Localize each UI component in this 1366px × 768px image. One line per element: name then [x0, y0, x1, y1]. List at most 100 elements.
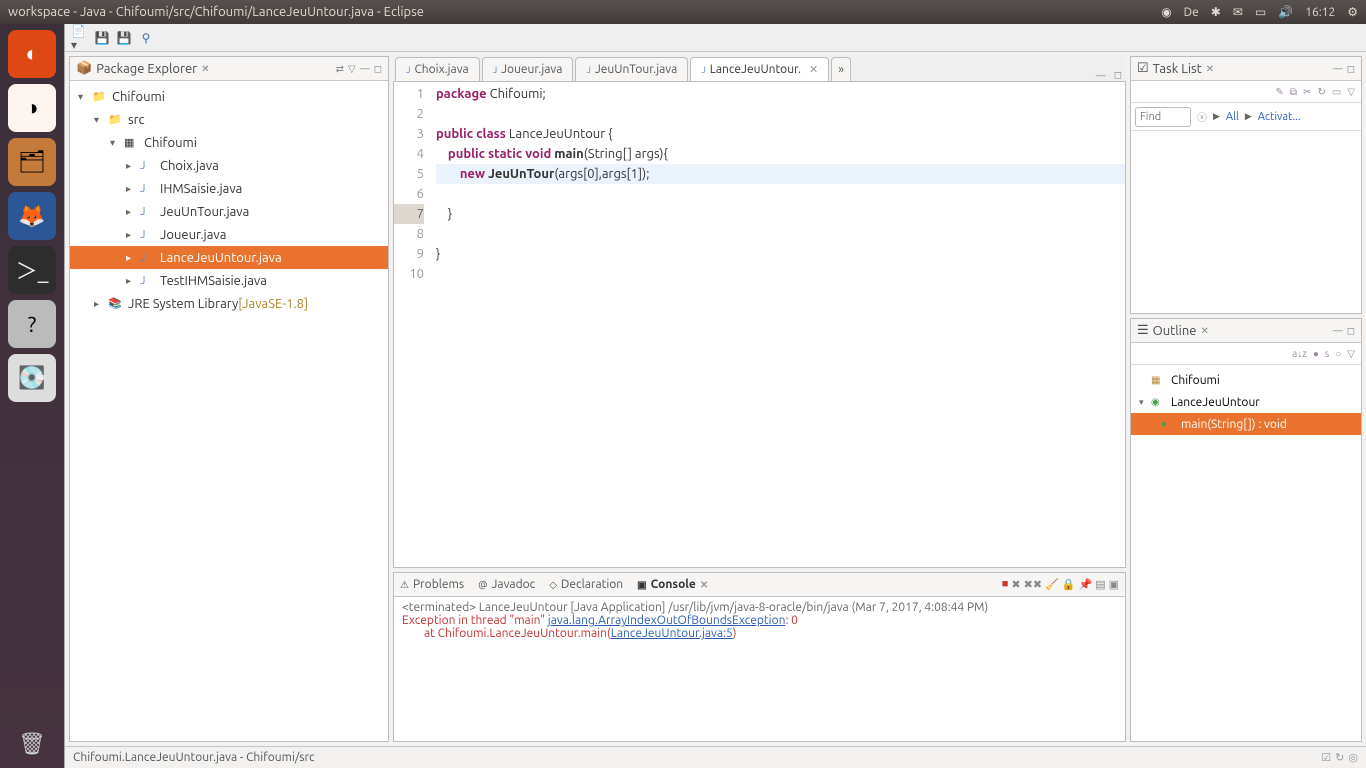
editor-tab[interactable]: JJeuUnTour.java — [575, 57, 688, 81]
minimize-editor-icon[interactable]: — — [1092, 70, 1110, 81]
editor-tab[interactable]: JLanceJeuUntour.✕ — [690, 57, 829, 81]
code-area[interactable]: package Chifoumi; public class LanceJeuU… — [430, 82, 1125, 567]
tree-item[interactable]: ▸JTestIHMSaisie.java — [70, 269, 388, 292]
all-filter-link[interactable]: All — [1226, 111, 1239, 123]
save-icon[interactable]: 💾 — [93, 29, 111, 47]
bottom-tab-console[interactable]: ▣ Console ✕ — [637, 578, 708, 591]
outline-class[interactable]: ▾◉ LanceJeuUntour — [1131, 391, 1361, 413]
outline-icon: ☰ — [1137, 323, 1149, 338]
display-console-icon[interactable]: ▤ — [1095, 578, 1105, 591]
task-list-view: ☑ Task List ✕ — ◻ ✎ ⧉ ✂ ↻ ▭ ▽ — [1130, 56, 1362, 314]
hide-nonpublic-icon[interactable]: ○ — [1335, 348, 1341, 360]
task-list-body — [1131, 131, 1361, 313]
clear-console-icon[interactable]: 🧹 — [1045, 578, 1059, 591]
window-title: workspace - Java - Chifoumi/src/Chifoumi… — [8, 5, 424, 19]
tree-item[interactable]: ▸JChoix.java — [70, 154, 388, 177]
sb-tasks-icon[interactable]: ☑ — [1321, 751, 1331, 764]
maximize-tasklist-icon[interactable]: ◻ — [1347, 63, 1355, 75]
tree-item[interactable]: ▾📁src — [70, 108, 388, 131]
minimize-view-icon[interactable]: — — [360, 63, 370, 74]
clock[interactable]: 16:12 — [1305, 6, 1335, 19]
outline-method[interactable]: ● main(String[]) : void — [1131, 413, 1361, 435]
maximize-view-icon[interactable]: ◻ — [374, 63, 382, 75]
search-icon[interactable]: ⚲ — [137, 29, 155, 47]
outline-toolbar: a↓z ● s ○ ▽ — [1131, 343, 1361, 365]
editor-tab[interactable]: JChoix.java — [395, 57, 480, 81]
sb-focus-icon[interactable]: ◎ — [1348, 751, 1358, 764]
new-icon[interactable]: 📄▾ — [71, 29, 89, 47]
save-all-icon[interactable]: 💾 — [115, 29, 133, 47]
dash-icon[interactable]: ◐ — [8, 30, 56, 78]
activate-link[interactable]: Activat... — [1258, 111, 1301, 123]
minimize-tasklist-icon[interactable]: — — [1333, 63, 1343, 74]
tree-item[interactable]: ▸JIHMSaisie.java — [70, 177, 388, 200]
files-icon[interactable]: 🗂 — [8, 138, 56, 186]
terminate-icon[interactable]: ■ — [1002, 578, 1009, 591]
categorize-icon[interactable]: ⧉ — [1290, 86, 1297, 98]
firefox-icon[interactable]: 🦊 — [8, 192, 56, 240]
outline-title: Outline — [1153, 324, 1197, 338]
tree-item[interactable]: ▾📁Chifoumi — [70, 85, 388, 108]
bottom-tab-declaration[interactable]: ◇ Declaration — [549, 578, 623, 591]
maximize-outline-icon[interactable]: ◻ — [1347, 325, 1355, 337]
outline-package[interactable]: ▦ Chifoumi — [1131, 369, 1361, 391]
open-console-icon[interactable]: ▣ — [1109, 578, 1119, 591]
help-icon[interactable]: ? — [8, 300, 56, 348]
view-menu-icon[interactable]: ▽ — [348, 63, 356, 75]
remove-launch-icon[interactable]: ✖ — [1011, 578, 1020, 591]
editor-tab[interactable]: JJoueur.java — [482, 57, 574, 81]
hide-static-icon[interactable]: s — [1325, 348, 1329, 359]
clear-find-icon[interactable]: ⓧ — [1197, 109, 1207, 124]
close-tasklist-icon[interactable]: ✕ — [1206, 63, 1214, 75]
keyboard-layout[interactable]: De — [1184, 6, 1199, 19]
tree-item[interactable]: ▾▦Chifoumi — [70, 131, 388, 154]
focus-icon[interactable]: ✂ — [1303, 86, 1311, 98]
settings-gear-icon[interactable]: ⚙ — [1347, 5, 1358, 19]
console-view: ⚠ Problems @ Javadoc ◇ Declaration ▣ Consol… — [393, 572, 1126, 742]
terminal-icon[interactable]: ＞_ — [8, 246, 56, 294]
volume-icon[interactable]: 🔊 — [1278, 5, 1293, 19]
outline-tree[interactable]: ▦ Chifoumi ▾◉ LanceJeuUntour ● main(Stri… — [1131, 365, 1361, 741]
collapse-icon[interactable]: ▭ — [1332, 86, 1341, 98]
battery-icon[interactable]: ▭ — [1255, 5, 1266, 19]
outline-header: ☰ Outline ✕ — ◻ — [1131, 319, 1361, 343]
console-output[interactable]: <terminated> LanceJeuUntour [Java Applic… — [394, 597, 1125, 741]
task-toolbar: ✎ ⧉ ✂ ↻ ▭ ▽ — [1131, 81, 1361, 103]
unity-launcher: ◐ ◑ 🗂 🦊 ＞_ ? 💽 🗑 — [0, 24, 64, 768]
bottom-tab-problems[interactable]: ⚠ Problems — [400, 578, 464, 591]
remove-all-icon[interactable]: ✖✖ — [1024, 578, 1042, 591]
maximize-editor-icon[interactable]: ◻ — [1110, 69, 1126, 81]
minimize-outline-icon[interactable]: — — [1333, 325, 1343, 336]
disk-icon[interactable]: 💽 — [8, 354, 56, 402]
sort-icon[interactable]: a↓z — [1292, 348, 1307, 360]
close-view-icon[interactable]: ✕ — [201, 63, 209, 75]
trash-icon[interactable]: 🗑 — [8, 720, 56, 768]
package-explorer-header: 📦 Package Explorer ✕ ⇄ ▽ — ◻ — [70, 57, 388, 81]
tree-item[interactable]: ▸JJoueur.java — [70, 223, 388, 246]
task-find-input[interactable] — [1135, 107, 1191, 127]
new-task-icon[interactable]: ✎ — [1276, 86, 1284, 98]
eclipse-app-icon[interactable]: ◑ — [8, 84, 56, 132]
task-menu-icon[interactable]: ▽ — [1347, 86, 1355, 98]
code-editor[interactable]: 12345678910 package Chifoumi; public cla… — [393, 82, 1126, 568]
link-editor-icon[interactable]: ⇄ — [336, 63, 344, 75]
package-tree[interactable]: ▾📁Chifoumi▾📁src▾▦Chifoumi▸JChoix.java▸JI… — [70, 81, 388, 741]
sb-sync-icon[interactable]: ↻ — [1335, 751, 1344, 764]
bottom-tab-javadoc[interactable]: @ Javadoc — [478, 578, 535, 591]
outline-menu-icon[interactable]: ▽ — [1347, 348, 1355, 360]
sync-icon[interactable]: ↻ — [1317, 86, 1325, 98]
wifi-icon[interactable]: ◉ — [1161, 5, 1171, 19]
tree-item[interactable]: ▸📚JRE System Library [JavaSE-1.8] — [70, 292, 388, 315]
pin-console-icon[interactable]: 📌 — [1078, 578, 1092, 591]
scroll-lock-icon[interactable]: 🔒 — [1062, 578, 1076, 591]
mail-icon[interactable]: ✉ — [1233, 5, 1243, 19]
bluetooth-icon[interactable]: ✱ — [1211, 5, 1221, 19]
hide-fields-icon[interactable]: ● — [1313, 348, 1319, 360]
tree-item[interactable]: ▸JJeuUnTour.java — [70, 200, 388, 223]
close-tab-icon[interactable]: ✕ — [809, 63, 818, 76]
close-outline-icon[interactable]: ✕ — [1200, 325, 1208, 337]
chevron-right-icon-2: ▶ — [1245, 111, 1252, 122]
show-list-icon[interactable]: » — [831, 57, 851, 81]
tree-item[interactable]: ▸JLanceJeuUntour.java — [70, 246, 388, 269]
bottom-tabs: ⚠ Problems @ Javadoc ◇ Declaration ▣ Consol… — [394, 573, 1125, 597]
